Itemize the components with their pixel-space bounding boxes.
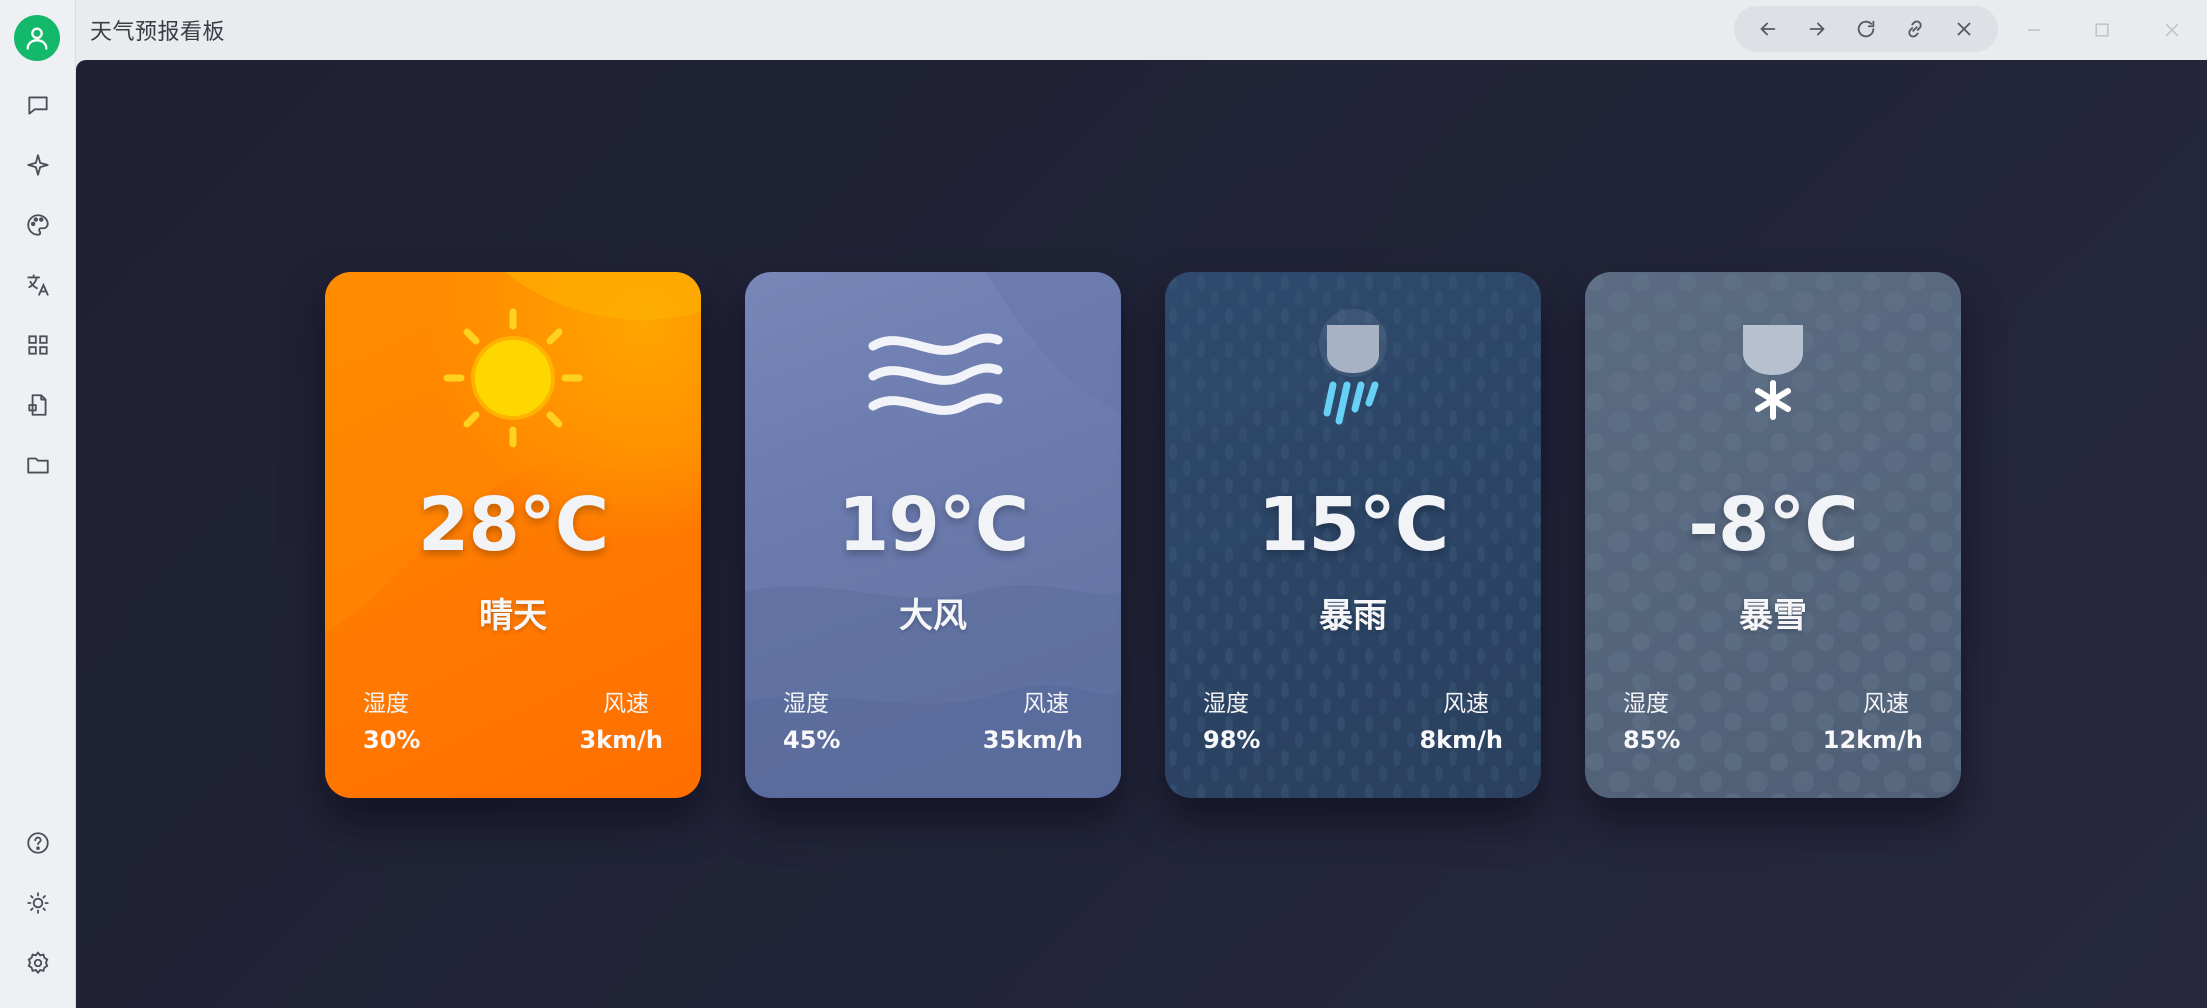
weather-icon-area bbox=[1585, 298, 1961, 458]
sparkle-icon bbox=[27, 154, 49, 176]
humidity-value: 30% bbox=[363, 726, 421, 754]
back-button[interactable] bbox=[1750, 11, 1786, 47]
copy-link-button[interactable] bbox=[1897, 11, 1933, 47]
humidity-label: 湿度 bbox=[363, 691, 409, 717]
theme-toggle-icon bbox=[27, 892, 49, 914]
temperature: 28°C bbox=[417, 482, 609, 568]
temperature: 19°C bbox=[837, 482, 1029, 568]
weather-icon-area bbox=[325, 298, 701, 458]
sidebar-item-folder[interactable] bbox=[19, 446, 57, 484]
sidebar-item-palette[interactable] bbox=[19, 206, 57, 244]
minimize-button[interactable] bbox=[2012, 8, 2056, 52]
temperature: 15°C bbox=[1257, 482, 1449, 568]
user-icon bbox=[26, 27, 48, 50]
temperature: -8°C bbox=[1688, 482, 1859, 568]
settings-icon bbox=[27, 951, 49, 975]
app-window: 天气预报看板 28°C 晴天 湿度 风速 30% 3km/h 19°C 大风 湿… bbox=[0, 0, 2207, 1008]
arrow-left-icon bbox=[1760, 22, 1776, 36]
close-page-button[interactable] bbox=[1946, 11, 1982, 47]
link-icon bbox=[1908, 20, 1922, 38]
help-icon bbox=[27, 832, 49, 854]
snow-cloud-icon bbox=[1743, 325, 1803, 420]
condition-label: 暴雨 bbox=[1319, 596, 1387, 636]
weather-icon-area bbox=[745, 298, 1121, 458]
left-sidebar bbox=[0, 0, 76, 1008]
refresh-icon bbox=[1857, 20, 1875, 38]
weather-icon-area bbox=[1165, 298, 1541, 458]
sidebar-item-chat[interactable] bbox=[19, 86, 57, 124]
maximize-button[interactable] bbox=[2080, 8, 2124, 52]
window-close-button[interactable] bbox=[2150, 8, 2194, 52]
sidebar-item-settings[interactable] bbox=[19, 944, 57, 982]
translate-icon bbox=[27, 274, 49, 296]
humidity-label: 湿度 bbox=[783, 691, 829, 717]
weather-card-snow: -8°C 暴雪 湿度 风速 85% 12km/h bbox=[1585, 272, 1961, 798]
window-close-icon bbox=[2165, 23, 2179, 37]
document-icon bbox=[28, 394, 47, 416]
wind-label: 风速 bbox=[1863, 691, 1909, 717]
wind-label: 风速 bbox=[603, 691, 649, 717]
window-title: 天气预报看板 bbox=[90, 20, 226, 45]
sidebar-item-theme[interactable] bbox=[19, 884, 57, 922]
chat-icon bbox=[28, 96, 48, 115]
humidity-label: 湿度 bbox=[1203, 691, 1249, 717]
maximize-icon bbox=[2095, 23, 2109, 37]
rain-cloud-icon bbox=[1319, 309, 1387, 425]
condition-label: 晴天 bbox=[479, 596, 547, 636]
wind-label: 风速 bbox=[1023, 691, 1069, 717]
folder-icon bbox=[27, 457, 49, 474]
weather-card-rain: 15°C 暴雨 湿度 风速 98% 8km/h bbox=[1165, 272, 1541, 798]
sidebar-item-help[interactable] bbox=[19, 824, 57, 862]
sidebar-item-sparkle[interactable] bbox=[19, 146, 57, 184]
condition-label: 暴雪 bbox=[1739, 596, 1807, 636]
wind-value: 3km/h bbox=[579, 726, 663, 754]
avatar[interactable] bbox=[14, 15, 60, 61]
title-bar: 天气预报看板 bbox=[76, 0, 2207, 60]
sidebar-item-apps[interactable] bbox=[19, 326, 57, 364]
refresh-button[interactable] bbox=[1848, 11, 1884, 47]
browser-nav-controls bbox=[1734, 6, 1998, 52]
wind-value: 35km/h bbox=[982, 726, 1083, 754]
humidity-value: 45% bbox=[783, 726, 841, 754]
weather-card-windy: 19°C 大风 湿度 风速 45% 35km/h bbox=[745, 272, 1121, 798]
wind-label: 风速 bbox=[1443, 691, 1489, 717]
humidity-value: 85% bbox=[1623, 726, 1681, 754]
sidebar-item-document[interactable] bbox=[19, 386, 57, 424]
weather-dashboard: 28°C 晴天 湿度 风速 30% 3km/h 19°C 大风 湿度 风速 45… bbox=[76, 60, 2207, 1008]
forward-button[interactable] bbox=[1799, 11, 1835, 47]
wind-icon bbox=[868, 333, 1003, 415]
humidity-value: 98% bbox=[1203, 726, 1261, 754]
humidity-label: 湿度 bbox=[1623, 691, 1669, 717]
weather-card-sunny: 28°C 晴天 湿度 风速 30% 3km/h bbox=[325, 272, 701, 798]
wind-value: 8km/h bbox=[1419, 726, 1503, 754]
sun-icon bbox=[443, 308, 583, 448]
palette-icon bbox=[27, 214, 49, 236]
arrow-right-icon bbox=[1809, 22, 1825, 36]
close-icon bbox=[1957, 22, 1970, 36]
minimize-icon bbox=[2028, 29, 2040, 31]
sidebar-item-translate[interactable] bbox=[19, 266, 57, 304]
condition-label: 大风 bbox=[899, 596, 967, 636]
apps-grid-icon bbox=[28, 335, 48, 355]
wind-value: 12km/h bbox=[1822, 726, 1923, 754]
